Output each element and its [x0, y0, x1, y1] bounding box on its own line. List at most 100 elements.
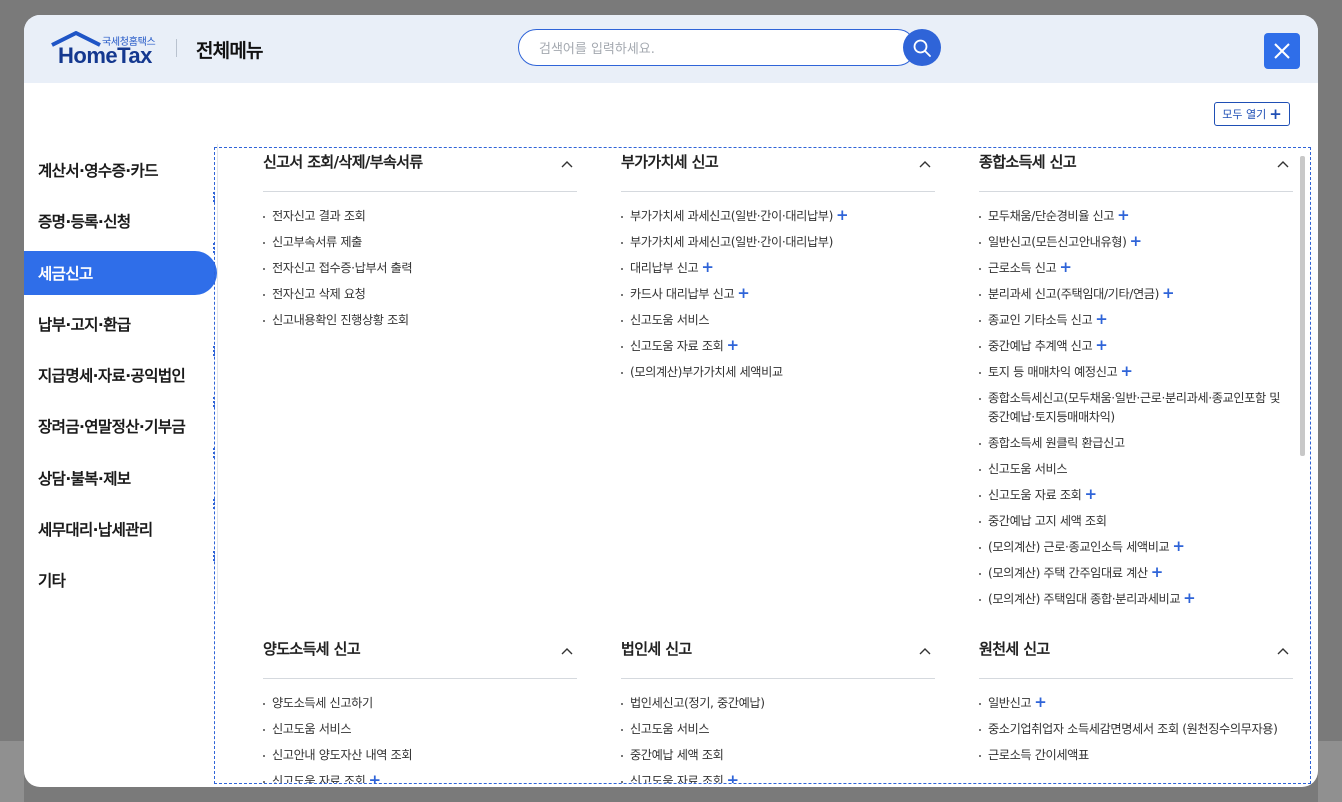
close-button[interactable] [1264, 33, 1300, 69]
menu-link[interactable]: 전자신고 삭제 요청 [263, 285, 577, 304]
menu-link[interactable]: 종교인 기타소득 신고 + [979, 311, 1293, 330]
menu-link[interactable]: 모두채움/단순경비율 신고 + [979, 207, 1293, 226]
sidebar-item-payment-statement[interactable]: 지급명세·자료·공익법인 [24, 353, 217, 397]
chevron-up-icon[interactable] [1277, 153, 1289, 172]
menu-link[interactable]: 부가가치세 과세신고(일반·간이·대리납부) [621, 233, 935, 252]
menu-link[interactable]: 양도소득세 신고하기 [263, 694, 577, 713]
plus-icon[interactable]: + [1120, 362, 1133, 380]
menu-link[interactable]: 중간예납 추계액 신고 + [979, 337, 1293, 356]
section-title: 원천세 신고 [979, 640, 1050, 658]
menu-link[interactable]: (모의계산) 주택임대 종합·분리과세비교 + [979, 590, 1293, 609]
menu-link[interactable]: 종합소득세 원클릭 환급신고 [979, 434, 1293, 453]
plus-icon[interactable]: + [701, 258, 714, 276]
plus-icon[interactable]: + [1172, 537, 1185, 555]
expand-all-label: 모두 열기 [1222, 108, 1267, 121]
plus-icon[interactable]: + [1183, 589, 1196, 607]
menu-link[interactable]: 신고도움 자료 조회 + [621, 337, 935, 356]
menu-link[interactable]: 신고도움 자료 조회 + [979, 486, 1293, 505]
sidebar-item-certificate-registration[interactable]: 증명·등록·신청 [24, 199, 217, 243]
menu-link-label: 중소기업취업자 소득세감면명세서 조회 (원천징수의무자용) [988, 722, 1278, 736]
menu-link[interactable]: 일반신고 + [979, 694, 1293, 713]
scrollbar[interactable] [1300, 156, 1305, 456]
plus-icon[interactable]: + [1162, 284, 1175, 302]
plus-icon[interactable]: + [726, 336, 739, 354]
sidebar-item-tax-filing[interactable]: 세금신고 [24, 251, 217, 295]
section-link-list: 부가가치세 과세신고(일반·간이·대리납부) + 부가가치세 과세신고(일반·간이·… [621, 207, 935, 389]
plus-icon[interactable]: + [1084, 485, 1097, 503]
menu-link[interactable]: (모의계산) 근로·종교인소득 세액비교 + [979, 538, 1293, 557]
plus-icon[interactable]: + [726, 771, 739, 784]
menu-link[interactable]: 중간예납 고지 세액 조회 [979, 512, 1293, 531]
plus-icon[interactable]: + [1059, 258, 1072, 276]
menu-link[interactable]: 중소기업취업자 소득세감면명세서 조회 (원천징수의무자용) [979, 720, 1293, 739]
menu-link-label: 중간예납 추계액 신고 [988, 339, 1093, 353]
menu-link[interactable]: 신고도움 서비스 [621, 311, 935, 330]
plus-icon[interactable]: + [1151, 563, 1164, 581]
sidebar-item-incentive-yearend[interactable]: 장려금·연말정산·기부금 [24, 404, 217, 448]
plus-icon[interactable]: + [836, 206, 849, 224]
menu-link-label: 카드사 대리납부 신고 [630, 287, 735, 301]
menu-link[interactable]: 토지 등 매매차익 예정신고 + [979, 363, 1293, 382]
menu-link-label: (모의계산) 주택임대 종합·분리과세비교 [988, 592, 1181, 606]
menu-link-label: 종교인 기타소득 신고 [988, 313, 1093, 327]
menu-link[interactable]: 전자신고 접수증·납부서 출력 [263, 259, 577, 278]
sidebar-item-tax-agent[interactable]: 세무대리·납세관리 [24, 507, 217, 551]
menu-link[interactable]: 전자신고 결과 조회 [263, 207, 577, 226]
search-button[interactable] [903, 29, 941, 66]
all-menu-modal: 국세청홈택스 HomeTax 전체메뉴 모두 열기 + 계산서·영수증·카드 증… [24, 15, 1318, 787]
section-corporate-tax: 법인세 신고 법인세신고(정기, 중간예납) 신고도움 서비스 중간예납 세액 조회 신… [621, 638, 935, 783]
chevron-up-icon[interactable] [919, 640, 931, 659]
sidebar-item-payment-notice-refund[interactable]: 납부·고지·환급 [24, 302, 217, 346]
menu-link[interactable]: 분리과세 신고(주택임대/기타/연금) + [979, 285, 1293, 304]
expand-all-button[interactable]: 모두 열기 + [1214, 102, 1290, 126]
sidebar-item-invoice-receipt-card[interactable]: 계산서·영수증·카드 [24, 148, 217, 192]
menu-link[interactable]: 근로소득 신고 + [979, 259, 1293, 278]
menu-link[interactable]: 일반신고(모든신고안내유형) + [979, 233, 1293, 252]
chevron-up-icon[interactable] [561, 640, 573, 659]
search-input[interactable] [537, 37, 881, 61]
plus-icon[interactable]: + [1095, 336, 1108, 354]
menu-link-label: 전자신고 접수증·납부서 출력 [272, 261, 413, 275]
menu-link[interactable]: 부가가치세 과세신고(일반·간이·대리납부) + [621, 207, 935, 226]
menu-link-label: 분리과세 신고(주택임대/기타/연금) [988, 287, 1159, 301]
plus-icon[interactable]: + [1095, 310, 1108, 328]
menu-link-label: (모의계산) 주택 간주임대료 계산 [988, 566, 1148, 580]
menu-link[interactable]: 법인세신고(정기, 중간예납) [621, 694, 935, 713]
chevron-up-icon[interactable] [1277, 640, 1289, 659]
chevron-up-icon[interactable] [919, 153, 931, 172]
plus-icon: + [1269, 104, 1282, 123]
plus-icon[interactable]: + [1117, 206, 1130, 224]
plus-icon[interactable]: + [1129, 232, 1142, 250]
menu-link[interactable]: 대리납부 신고 + [621, 259, 935, 278]
sidebar-menu: 계산서·영수증·카드 증명·등록·신청 세금신고 납부·고지·환급 지급명세·자… [24, 144, 218, 787]
menu-link-label: 법인세신고(정기, 중간예납) [630, 696, 765, 710]
menu-link[interactable]: 중간예납 세액 조회 [621, 746, 935, 765]
menu-link[interactable]: 카드사 대리납부 신고 + [621, 285, 935, 304]
plus-icon[interactable]: + [1034, 693, 1047, 711]
menu-link[interactable]: (모의계산) 주택 간주임대료 계산 + [979, 564, 1293, 583]
menu-link[interactable]: 신고도움 서비스 [979, 460, 1293, 479]
menu-link[interactable]: (모의계산)부가가치세 세액비교 [621, 363, 935, 382]
menu-link[interactable]: 종합소득세신고(모두채움·일반·근로·분리과세·종교인포함 및 중간예납·토지등… [979, 389, 1293, 427]
plus-icon[interactable]: + [368, 771, 381, 784]
menu-link[interactable]: 신고도움 자료 조회 + [263, 771, 577, 784]
menu-link[interactable]: 신고내용확인 진행상황 조회 [263, 311, 577, 330]
menu-link[interactable]: 신고도움 서비스 [621, 720, 935, 739]
plus-icon[interactable]: + [737, 284, 750, 302]
menu-link-label: 신고도움 서비스 [630, 722, 710, 736]
sidebar-item-consultation-appeal[interactable]: 상담·불복·제보 [24, 456, 217, 500]
menu-link-label: 종합소득세 원클릭 환급신고 [988, 436, 1125, 450]
hometax-logo[interactable]: 국세청홈택스 HomeTax [50, 31, 160, 68]
menu-link-label: 신고도움 자료 조회 [272, 774, 366, 784]
modal-header: 국세청홈택스 HomeTax 전체메뉴 [24, 15, 1318, 83]
sidebar-item-etc[interactable]: 기타 [24, 558, 217, 602]
menu-link[interactable]: 신고부속서류 제출 [263, 233, 577, 252]
menu-link[interactable]: 근로소득 간이세액표 [979, 746, 1293, 765]
menu-link[interactable]: 신고안내 양도자산 내역 조회 [263, 746, 577, 765]
menu-link-label: 양도소득세 신고하기 [272, 696, 373, 710]
menu-link-label: 일반신고(모든신고안내유형) [988, 235, 1127, 249]
menu-link[interactable]: 신고도움 서비스 [263, 720, 577, 739]
chevron-up-icon[interactable] [561, 153, 573, 172]
menu-link[interactable]: 신고도움 자료 조회 + [621, 771, 935, 784]
section-header: 양도소득세 신고 [263, 638, 577, 679]
